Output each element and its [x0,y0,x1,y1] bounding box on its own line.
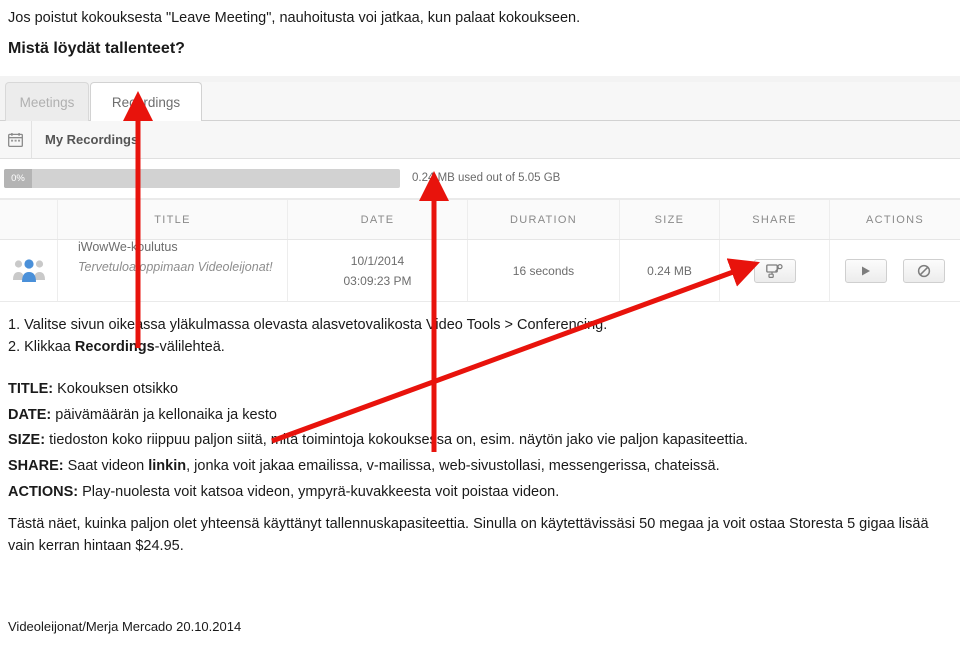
share-button[interactable] [753,258,796,283]
quota-progress-bar: 0% [4,169,400,188]
step-2-prefix: 2. Klikkaa [8,338,75,355]
th-actions[interactable]: ACTIONS [830,200,960,239]
row-date-cell: 10/1/2014 03:09:23 PM [288,240,468,301]
desc-share-label: SHARE: [8,458,64,475]
desc-date: DATE: päivämäärän ja kellonaika ja kesto [8,407,748,424]
row-subtitle: Tervetuloa oppimaan Videoleijonat! [78,260,273,274]
tab-meetings[interactable]: Meetings [5,82,89,121]
desc-actions-text: Play-nuolesta voit katsoa videon, ympyrä… [78,483,560,500]
quota-row: 0% 0.24 MB used out of 5.05 GB [0,159,960,199]
intro-paragraph: Jos poistut kokouksesta "Leave Meeting",… [8,10,581,26]
footer-text: Videoleijonat/Merja Mercado 20.10.2014 [8,619,242,634]
row-title-cell[interactable]: iWowWe-koulutus Tervetuloa oppimaan Vide… [58,240,288,301]
share-network-icon [766,263,783,278]
ban-circle-icon [917,264,931,277]
closing-paragraph-wrap: Tästä näet, kuinka paljon olet yhteensä … [8,513,952,558]
desc-title: TITLE: Kokouksen otsikko [8,381,748,398]
step-2-suffix: -välilehteä. [154,338,225,355]
calendar-icon [8,133,23,147]
desc-size-text: tiedoston koko riippuu paljon siitä, mit… [45,432,748,449]
desc-size-label: SIZE: [8,432,46,449]
play-icon [862,266,870,275]
step-2-bold: Recordings [74,338,155,355]
sub-header-title: My Recordings [45,132,139,147]
desc-share: SHARE: Saat videon linkin, jonka voit ja… [8,458,748,475]
app-screenshot: Meetings Recordings My Recordings 0% 0.2… [0,76,960,304]
row-title: iWowWe-koulutus [78,240,178,254]
delete-button[interactable] [903,258,945,283]
play-button[interactable] [845,258,887,283]
desc-share-text: Saat videon linkin, jonka voit jakaa ema… [63,458,720,475]
recordings-table: TITLE DATE DURATION SIZE SHARE ACTIONS i… [0,199,960,302]
row-size: 0.24 MB [620,240,720,301]
sub-header-bar: My Recordings [0,121,960,159]
tab-meetings-label: Meetings [19,94,75,110]
quota-usage-text: 0.24 MB used out of 5.05 GB [412,172,561,184]
th-duration[interactable]: DURATION [468,200,620,239]
row-duration: 16 seconds [468,240,620,301]
table-row[interactable]: iWowWe-koulutus Tervetuloa oppimaan Vide… [0,240,960,302]
desc-actions-label: ACTIONS: [8,483,79,500]
tab-strip-filler [202,82,960,121]
desc-actions: ACTIONS: Play-nuolesta voit katsoa video… [8,484,748,501]
th-size[interactable]: SIZE [620,200,720,239]
group-people-icon [12,258,45,282]
desc-size: SIZE: tiedoston koko riippuu paljon siit… [8,432,748,449]
th-share[interactable]: SHARE [720,200,830,239]
document-page: Jos poistut kokouksesta "Leave Meeting",… [0,0,960,650]
tab-strip: Meetings Recordings [0,76,960,122]
desc-title-label: TITLE: [8,381,54,397]
row-date: 10/1/2014 [350,253,405,268]
closing-paragraph: Tästä näet, kuinka paljon olet yhteensä … [8,516,929,555]
desc-date-text: päivämäärän ja kellonaika ja kesto [51,406,277,423]
desc-date-label: DATE: [8,406,52,423]
desc-share-bold: linkin [148,458,187,475]
tab-recordings[interactable]: Recordings [90,82,202,122]
th-icon [0,200,58,239]
page-heading: Mistä löydät tallenteet? [8,40,185,57]
step-2: 2. Klikkaa Recordings-välilehteä. [8,339,607,356]
row-share-cell [720,240,830,301]
row-avatar-cell [0,240,58,301]
row-actions-cell [830,240,960,301]
step-1: 1. Valitse sivun oikeassa yläkulmassa ol… [8,317,608,333]
quota-percent-label: 0% [11,173,25,184]
field-descriptions: TITLE: Kokouksen otsikko DATE: päivämäär… [8,381,748,509]
th-date[interactable]: DATE [288,200,468,239]
calendar-icon-cell [0,121,32,159]
row-time: 03:09:23 PM [343,273,412,288]
quota-progress-fill: 0% [4,169,32,188]
desc-title-text: Kokouksen otsikko [53,381,179,397]
steps-list: 1. Valitse sivun oikeassa yläkulmassa ol… [8,317,607,360]
tab-recordings-label: Recordings [111,95,181,110]
table-header-row: TITLE DATE DURATION SIZE SHARE ACTIONS [0,199,960,240]
th-title[interactable]: TITLE [58,200,288,239]
